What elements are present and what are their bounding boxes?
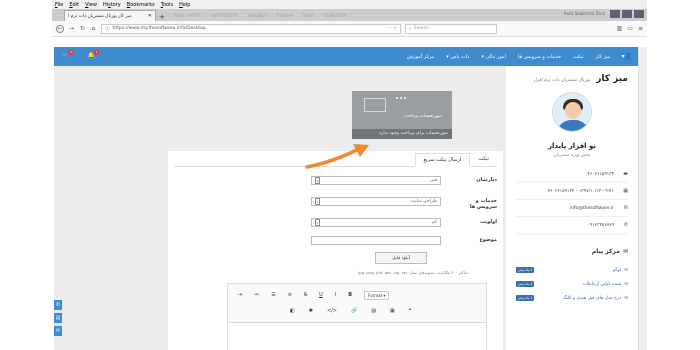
tab-strip: میز کار پورتال مشتریان دات نرم ا ✕ + PAG… [52,9,647,21]
menu-file[interactable]: File [55,2,63,8]
sidebar-icon[interactable]: ▭ [627,25,633,32]
chat-icon[interactable]: ▤ [54,313,62,323]
new-tab-icon[interactable]: + [158,13,166,21]
floating-contact-buttons: ✆ ▤ ✉ [54,300,62,336]
close-window-icon[interactable] [634,10,644,18]
browser-tab-active[interactable]: میز کار پورتال مشتریان دات نرم ا ✕ [64,10,156,21]
menu-tools[interactable]: Tools [161,2,173,8]
navigation-toolbar: ← → ↻ ⌂ ⓘ https://www.my.thesoftware.ir/… [52,21,647,37]
info-icon[interactable]: ⓘ [105,26,110,32]
bg-tab: REFERENCES [211,12,238,18]
menu-view[interactable]: View [85,2,97,8]
account-name: Reza Soleimani Zard [563,11,605,16]
bg-tab: VIEW [302,12,314,18]
bg-tab: MAILINGS [247,12,267,18]
address-bar[interactable]: ⓘ https://www.my.thesoftware.ir/fa/Deskt… [101,23,401,34]
search-input[interactable]: ⌕ Search [405,23,497,34]
maximize-icon[interactable] [622,10,632,18]
email-icon[interactable]: ✉ [54,326,62,336]
bg-tab: DEVELOPER [323,12,347,18]
minimize-icon[interactable] [610,10,620,18]
reload-icon[interactable]: ↻ [79,25,86,32]
menu-bookmarks[interactable]: Bookmarks [127,2,155,8]
back-icon[interactable]: ← [56,24,64,33]
window-controls [610,10,644,18]
bg-tab: PAGE LAYOUT [174,12,202,18]
toolbar-right-icons: ▥ ▭ ≡ [617,25,643,32]
url-text: https://www.my.thesoftware.ir/fa/Desktop [112,26,206,31]
background-ribbon-tabs: PAGE LAYOUT REFERENCES MAILINGS REVIEW V… [174,13,347,18]
menu-edit[interactable]: Edit [69,2,79,8]
tab-title: میز کار پورتال مشتریان دات نرم ا [68,13,132,19]
browser-menubar: File Edit View History Bookmarks Tools H… [52,0,647,9]
bg-tab: REVIEW [276,12,293,18]
phone-icon[interactable]: ✆ [54,300,62,310]
browser-window: File Edit View History Bookmarks Tools H… [52,0,647,350]
home-icon[interactable]: ⌂ [90,25,97,32]
close-tab-icon[interactable]: ✕ [148,13,152,19]
menu-history[interactable]: History [103,2,121,8]
search-placeholder: Search [413,26,429,31]
library-icon[interactable]: ▥ [617,25,623,32]
menu-help[interactable]: Help [179,2,190,8]
search-icon: ⌕ [409,26,412,32]
hamburger-menu-icon[interactable]: ≡ [638,25,643,32]
forward-icon[interactable]: → [68,25,75,32]
page-actions-icon[interactable]: ··· ☆ [387,26,397,31]
